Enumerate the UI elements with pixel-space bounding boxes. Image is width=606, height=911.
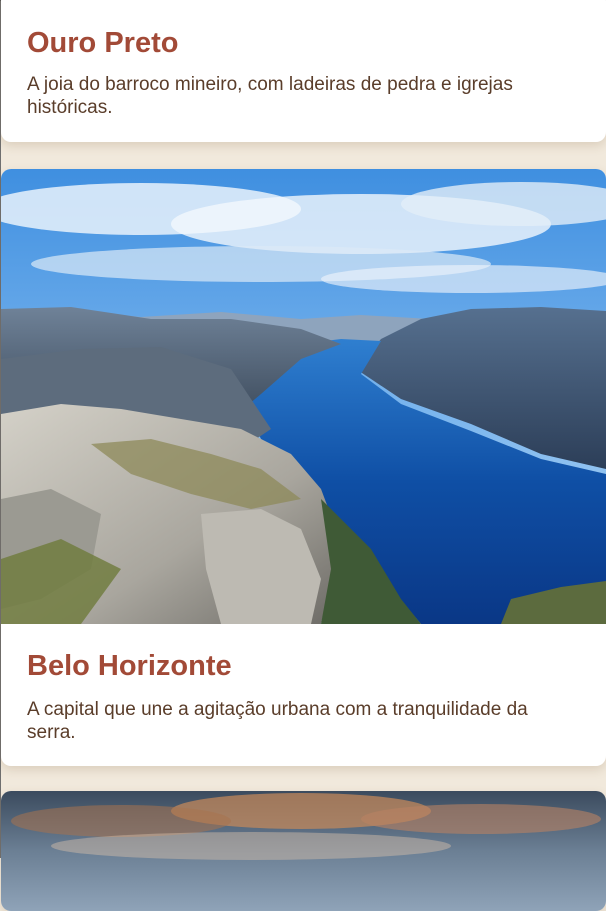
fjord-landscape-photo: [1, 169, 606, 624]
sunset-sky-photo: [1, 791, 606, 911]
card-description: A capital que une a agitação urbana com …: [27, 699, 528, 743]
card-description: A joia do barroco mineiro, com ladeiras …: [27, 74, 513, 118]
card-title: Ouro Preto: [27, 27, 179, 59]
destination-card-partial[interactable]: [1, 791, 606, 911]
card-body: Ouro Preto A joia do barroco mineiro, co…: [1, 0, 606, 119]
destination-card-belo-horizonte[interactable]: Belo Horizonte A capital que une a agita…: [1, 169, 606, 766]
destination-card-ouro-preto[interactable]: Ouro Preto A joia do barroco mineiro, co…: [1, 0, 606, 142]
card-title: Belo Horizonte: [27, 650, 232, 682]
card-body: Belo Horizonte A capital que une a agita…: [1, 624, 606, 744]
